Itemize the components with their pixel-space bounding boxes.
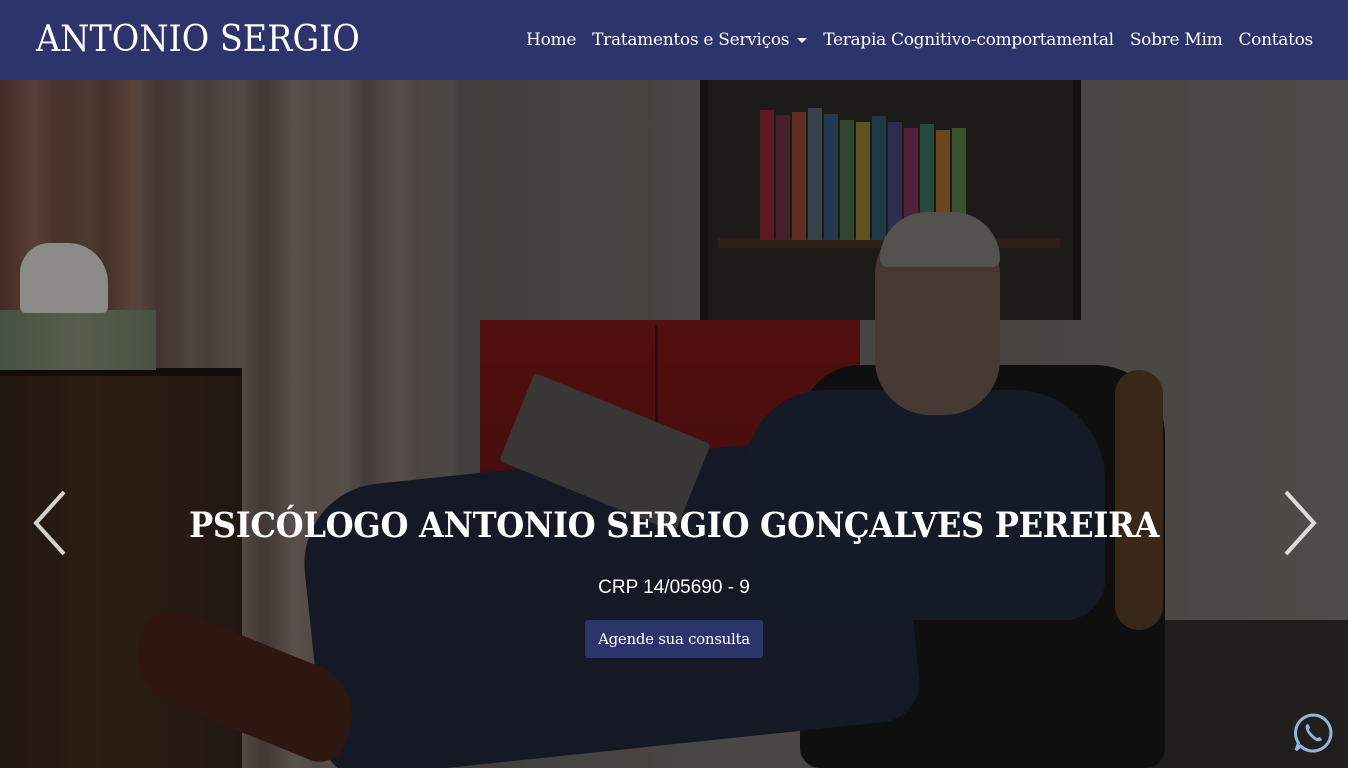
- nav-sobre-mim[interactable]: Sobre Mim: [1122, 28, 1231, 52]
- chevron-left-icon: [33, 490, 66, 556]
- hero-subtitle: CRP 14/05690 - 9: [598, 577, 750, 598]
- hero-carousel: PSICÓLOGO ANTONIO SERGIO GONÇALVES PEREI…: [0, 80, 1348, 768]
- whatsapp-button[interactable]: [1292, 712, 1334, 754]
- carousel-caption: PSICÓLOGO ANTONIO SERGIO GONÇALVES PEREI…: [0, 500, 1348, 658]
- nav-sobre-mim-label: Sobre Mim: [1129, 30, 1223, 50]
- nav-tratamentos-label: Tratamentos e Serviços: [592, 30, 790, 50]
- site-brand[interactable]: ANTONIO SERGIO: [36, 18, 360, 62]
- nav-terapia[interactable]: Terapia Cognitivo-comportamental: [815, 28, 1122, 52]
- hero-title: PSICÓLOGO ANTONIO SERGIO GONÇALVES PEREI…: [188, 505, 1160, 546]
- nav-contatos[interactable]: Contatos: [1230, 28, 1313, 52]
- carousel-prev-button[interactable]: [30, 488, 70, 558]
- main-nav: Home Tratamentos e Serviços Terapia Cogn…: [518, 28, 1313, 52]
- nav-home[interactable]: Home: [518, 28, 584, 52]
- nav-home-label: Home: [526, 30, 577, 50]
- nav-tratamentos-dropdown[interactable]: Tratamentos e Serviços: [584, 28, 815, 52]
- whatsapp-icon: [1293, 713, 1333, 753]
- navbar: ANTONIO SERGIO Home Tratamentos e Serviç…: [0, 0, 1348, 80]
- schedule-appointment-button[interactable]: Agende sua consulta: [585, 620, 763, 658]
- caret-down-icon: [797, 38, 808, 43]
- nav-contatos-label: Contatos: [1238, 30, 1313, 50]
- carousel-next-button[interactable]: [1280, 488, 1320, 558]
- chevron-right-icon: [1284, 490, 1317, 556]
- nav-terapia-label: Terapia Cognitivo-comportamental: [823, 30, 1114, 50]
